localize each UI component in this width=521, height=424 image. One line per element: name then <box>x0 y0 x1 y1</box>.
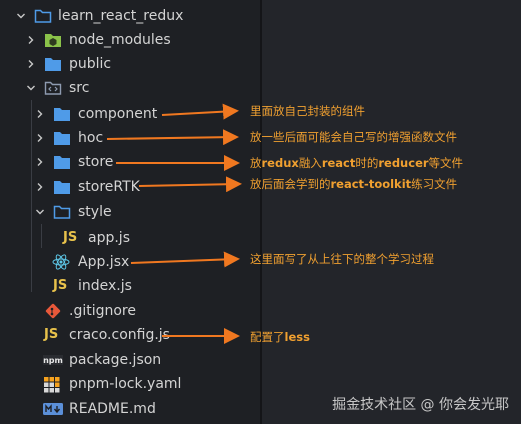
annotation-arrows <box>106 103 242 344</box>
annotation-app-jsx: 这里面写了从上往下的整个学习过程 <box>250 252 434 266</box>
annotation-component: 里面放自己封装的组件 <box>250 104 365 118</box>
arrow-hoc <box>106 129 239 146</box>
arrow-app-jsx <box>130 251 240 268</box>
annotation-store: 放redux融入react时的reducer等文件 <box>250 156 464 170</box>
arrow-component <box>161 103 239 120</box>
annotation-craco: 配置了less <box>250 330 310 344</box>
annotation-storertk: 放后面会学到的react-toolkit练习文件 <box>250 177 458 191</box>
arrow-storertk <box>138 176 242 193</box>
annotation-hoc: 放一些后面可能会自己写的增强函数文件 <box>250 130 457 144</box>
watermark: 掘金技术社区 @ 你会发光耶 <box>332 397 509 413</box>
